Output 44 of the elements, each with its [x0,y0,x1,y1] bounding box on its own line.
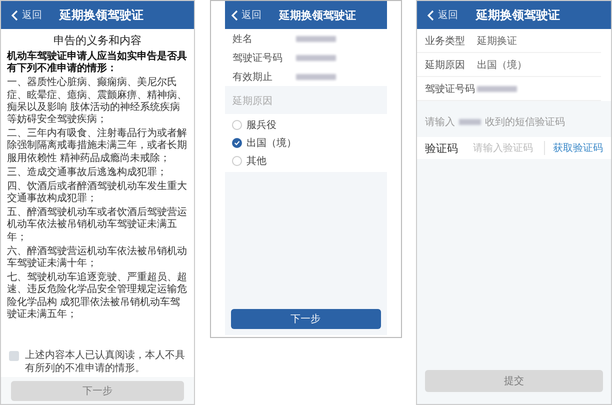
field-label: 验证码 [425,142,459,156]
screen-title: 延期换领驾驶证 [474,6,561,24]
condition-text: 六、醉酒驾驶营运机动车依法被吊销机动车驾驶证未满十年； [7,246,188,270]
back-link[interactable]: 返回 [417,8,458,22]
condition-text: 七、驾驶机动车追逐竞驶、严重超员、超速、违反危险化学品安全管理规定运输危险化学品构 成犯罪依法被吊销机动车驾驶证未满五年； [7,272,188,321]
condition-text: 五、醉酒驾驶机动车或者饮酒后驾驶营运机动车依法被吊销机动车驾驶证未满五年； [7,207,188,244]
checkbox[interactable] [9,351,19,361]
redaction-mark [296,74,336,80]
intro-text: 机动车驾驶证申请人应当如实申告是否具有下列不准申请的情形： [7,51,188,76]
radio-option[interactable]: 服兵役 [224,116,386,134]
get-code-link[interactable]: 获取验证码 [544,141,603,155]
redaction-mark [296,54,336,60]
condition-text: 三、造成交通事故后逃逸构成犯罪； [7,166,168,179]
field-label: 业务类型 [425,34,466,48]
radio-option[interactable]: 其他 [224,152,386,170]
code-input-field[interactable]: 请输入验证码 [473,142,543,154]
next-button[interactable]: 下一步 [230,309,380,329]
section-label: 延期原因 [232,94,274,109]
field-label: 有效期止 [232,70,274,84]
section-heading: 申告的义务和内容 [52,34,142,49]
chevron-left-icon [230,10,238,20]
field-label: 驾驶证号码 [425,82,476,96]
back-link[interactable]: 返回 [1,8,42,22]
field-value: 出国（境） [477,58,527,72]
chevron-left-icon [427,10,434,20]
agreement-text: 上述内容本人已认真阅读，本人不具有所列的不准申请的情形。 [25,349,186,375]
redaction-mark [477,86,517,92]
hint-text: 请输入 [425,116,455,129]
check-icon [232,138,240,148]
condition-text: 四、饮酒后或者醉酒驾驶机动车发生重大交通事故构成犯罪； [7,180,188,206]
field-label: 延期原因 [425,58,466,72]
chevron-left-icon [11,10,18,20]
condition-text: 二、三年内有吸食、注射毒品行为或者解除强制隔离戒毒措施未满三年，或者长期服用依赖性 精神药品成瘾尚未戒除； [7,128,188,165]
hint-text: 收到的短信验证码 [485,116,565,129]
radio-option[interactable]: 出国（境） [224,134,386,152]
field-label: 驾驶证号码 [232,52,284,64]
redaction-mark [459,119,481,125]
redaction-mark [296,36,336,42]
field-label: 姓名 [232,32,254,46]
screen-title: 延期换领驾驶证 [278,8,357,22]
field-value: 延期换证 [477,34,517,48]
back-link[interactable]: 返回 [224,8,262,22]
screen-title: 延期换领驾驶证 [58,6,144,24]
condition-text: 一、器质性心脏病、癫痫病、美尼尔氏症、眩晕症、癔病、震颤麻痹、精神病、痴呆以及影响 肢体活动的神经系统疾病等妨碍安全驾驶疾病； [7,77,188,126]
